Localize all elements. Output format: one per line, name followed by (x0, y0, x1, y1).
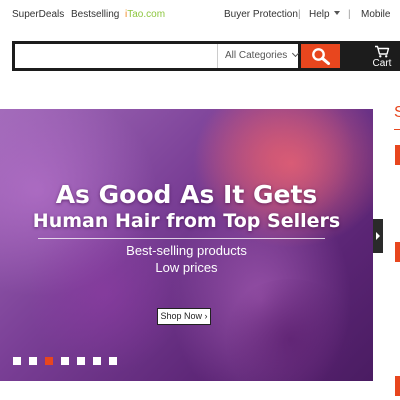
banner-headline: As Good As It Gets (55, 180, 318, 209)
chevron-right-icon (376, 232, 380, 240)
banner-subheadline: Human Hair from Top Sellers (32, 210, 341, 232)
mobile-link[interactable]: Mobile (361, 9, 390, 20)
superdeals-link[interactable]: SuperDeals (12, 9, 64, 20)
banner-image-shape (220, 279, 360, 381)
side-panel-marker (395, 242, 400, 262)
side-panel-marker (395, 145, 400, 165)
side-panel-rule (394, 129, 400, 130)
itao-domain: Tao.com (127, 9, 166, 20)
search-button[interactable] (301, 44, 340, 68)
top-nav: SuperDeals Bestselling iTao.com Buyer Pr… (0, 0, 400, 30)
banner-image-shape (30, 209, 180, 379)
nav-separator: | (348, 9, 351, 20)
help-label: Help (309, 9, 330, 20)
caret-down-icon (333, 11, 340, 15)
bestselling-link[interactable]: Bestselling (71, 9, 119, 20)
carousel-next-button[interactable] (373, 219, 383, 253)
carousel-dot[interactable] (93, 357, 101, 365)
nav-separator: | (298, 9, 301, 20)
carousel-dot[interactable] (13, 357, 21, 365)
search-icon (312, 48, 330, 65)
search-input[interactable] (15, 44, 217, 68)
cart-label: Cart (372, 58, 392, 69)
cart-icon (375, 45, 390, 58)
help-menu[interactable]: Help (309, 9, 340, 20)
buyer-protection-link[interactable]: Buyer Protection (224, 9, 298, 20)
carousel-dot[interactable] (61, 357, 69, 365)
banner-tagline-2: Low prices (155, 260, 218, 275)
side-panel-marker (395, 376, 400, 396)
carousel-dot[interactable] (109, 357, 117, 365)
carousel-dot[interactable] (29, 357, 37, 365)
chevron-down-icon (292, 49, 300, 58)
banner-tagline-1: Best-selling products (126, 243, 247, 258)
shop-now-button[interactable]: Shop Now › (157, 308, 211, 325)
category-label: All Categories (225, 50, 288, 61)
carousel-dot[interactable] (77, 357, 85, 365)
side-panel-heading: S (394, 104, 400, 121)
carousel-dot-active[interactable] (45, 357, 53, 365)
itao-link[interactable]: iTao.com (125, 9, 165, 20)
promo-banner[interactable]: As Good As It Gets Human Hair from Top S… (0, 109, 373, 381)
category-select[interactable]: All Categories (217, 44, 300, 68)
banner-divider (38, 238, 325, 239)
search-bar: All Categories Cart (12, 41, 400, 71)
cart-button[interactable]: Cart (364, 43, 400, 70)
